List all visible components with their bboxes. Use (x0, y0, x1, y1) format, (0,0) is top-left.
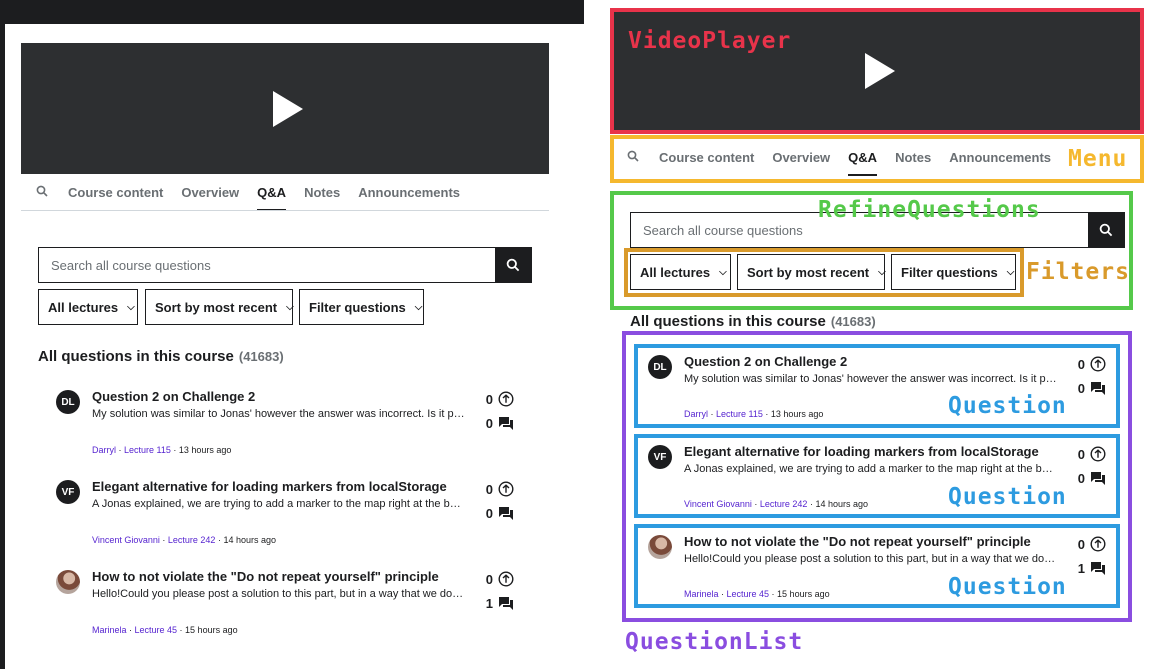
upvote-icon[interactable] (498, 571, 514, 587)
chevron-down-icon: ⌵ (414, 301, 423, 313)
lecture-link[interactable]: Lecture 45 (135, 625, 178, 635)
reply-count: 0 (485, 415, 493, 431)
question-body: Hello!Could you please post a solution t… (92, 588, 465, 600)
lecture-link[interactable]: Lecture 242 (168, 535, 216, 545)
menu-divider (21, 210, 549, 211)
question-list-title: All questions in this course (41683) (38, 348, 284, 365)
comments-icon[interactable] (498, 505, 514, 521)
left-window-edge (0, 24, 5, 669)
question-body: A Jonas explained, we are trying to add … (92, 498, 465, 510)
questionlist-annotation-box (622, 331, 1132, 622)
questions-filter[interactable]: Filter questions ⌵ (299, 289, 424, 325)
upvote-icon[interactable] (498, 391, 514, 407)
author-link[interactable]: Darryl (92, 445, 116, 455)
author-link[interactable]: Vincent Giovanni (92, 535, 160, 545)
lectures-filter-label: All lectures (48, 299, 119, 315)
comments-icon[interactable] (498, 595, 514, 611)
search-icon (506, 258, 520, 272)
tab-announcements[interactable]: Announcements (358, 185, 460, 200)
upvote-stat[interactable]: 0 (481, 481, 514, 497)
author-link[interactable]: Marinela (92, 625, 127, 635)
question-meta: Vincent Giovanni · Lecture 242 · 14 hour… (92, 535, 276, 545)
upvote-count: 0 (485, 481, 493, 497)
question-list-title-annotated: All questions in this course (41683) (630, 313, 876, 330)
tab-qa[interactable]: Q&A (257, 185, 286, 211)
comments-icon[interactable] (498, 415, 514, 431)
lecture-link[interactable]: Lecture 115 (124, 445, 171, 455)
menu-annotation-box (610, 135, 1144, 183)
list-title-text: All questions in this course (38, 348, 234, 365)
search-button[interactable] (495, 248, 531, 282)
course-menu: Course content Overview Q&A Notes Announ… (36, 184, 478, 211)
list-item[interactable]: DL Question 2 on Challenge 2 My solution… (56, 389, 516, 459)
play-icon[interactable] (273, 90, 303, 127)
question-meta: Marinela · Lecture 45 · 15 hours ago (92, 625, 238, 635)
upvote-count: 0 (485, 571, 493, 587)
question-title[interactable]: Elegant alternative for loading markers … (92, 479, 447, 494)
question-count: (41683) (238, 349, 284, 364)
questionlist-label: QuestionList (625, 629, 804, 655)
lectures-filter[interactable]: All lectures ⌵ (38, 289, 138, 325)
list-item[interactable]: How to not violate the "Do not repeat yo… (56, 569, 516, 639)
tab-overview[interactable]: Overview (181, 185, 239, 200)
questions-filter-label: Filter questions (309, 299, 406, 315)
upvote-icon[interactable] (498, 481, 514, 497)
menu-label: Menu (1068, 146, 1128, 172)
reply-stat[interactable]: 1 (481, 595, 514, 611)
upvote-stat[interactable]: 0 (481, 391, 514, 407)
reply-count: 0 (485, 505, 493, 521)
reply-count: 1 (485, 595, 493, 611)
timestamp: 14 hours ago (223, 535, 276, 545)
avatar (56, 570, 80, 594)
reply-stat[interactable]: 0 (481, 505, 514, 521)
avatar: VF (56, 480, 80, 504)
videoplayer-label: VideoPlayer (628, 28, 792, 54)
timestamp: 13 hours ago (178, 445, 232, 455)
question-title[interactable]: How to not violate the "Do not repeat yo… (92, 569, 439, 584)
filters-annotation-box (624, 248, 1024, 297)
sort-filter[interactable]: Sort by most recent ⌵ (145, 289, 294, 325)
chevron-down-icon: ⌵ (127, 301, 135, 313)
refine-label: RefineQuestions (818, 197, 1041, 223)
question-meta: Darryl · Lecture 115 · 13 hours ago (92, 445, 232, 455)
search-input[interactable] (39, 248, 495, 282)
avatar: DL (56, 390, 80, 414)
question-body: My solution was similar to Jonas' howeve… (92, 408, 465, 420)
video-player[interactable] (21, 43, 549, 174)
chevron-down-icon: ⌵ (286, 301, 294, 313)
tab-notes[interactable]: Notes (304, 185, 340, 200)
left-window-topbar (0, 0, 584, 24)
list-title-text: All questions in this course (630, 313, 826, 330)
filters-label: Filters (1026, 259, 1130, 285)
question-title[interactable]: Question 2 on Challenge 2 (92, 389, 255, 404)
sort-filter-label: Sort by most recent (155, 299, 278, 315)
tab-course-content[interactable]: Course content (68, 185, 163, 200)
question-search (38, 247, 532, 283)
upvote-count: 0 (485, 391, 493, 407)
videoplayer-annotation-box (610, 8, 1144, 134)
timestamp: 15 hours ago (185, 625, 238, 635)
list-item[interactable]: VF Elegant alternative for loading marke… (56, 479, 516, 549)
search-icon[interactable] (36, 185, 48, 200)
upvote-stat[interactable]: 0 (481, 571, 514, 587)
question-count: (41683) (830, 314, 876, 329)
reply-stat[interactable]: 0 (481, 415, 514, 431)
